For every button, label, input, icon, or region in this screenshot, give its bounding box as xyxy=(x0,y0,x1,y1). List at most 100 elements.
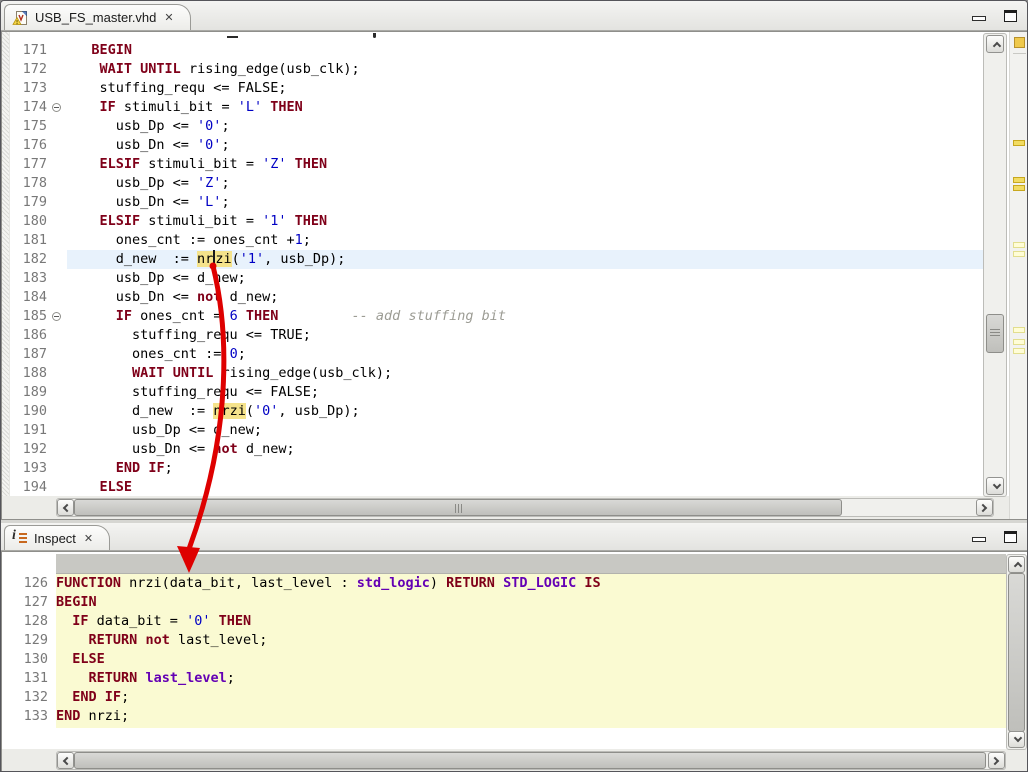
line-number[interactable]: 192 xyxy=(11,440,47,459)
inspect-hscrollbar[interactable] xyxy=(56,751,1006,770)
code-line[interactable]: WAIT UNTIL rising_edge(usb_clk); xyxy=(67,60,983,79)
occurrence-marker[interactable] xyxy=(1013,140,1025,146)
occurrence-marker[interactable] xyxy=(1013,242,1025,248)
code-line[interactable]: usb_Dp <= 'Z'; xyxy=(67,174,983,193)
code-line[interactable]: ELSE xyxy=(67,478,983,497)
editor-vscrollbar[interactable] xyxy=(983,33,1007,497)
line-number[interactable]: 182 xyxy=(11,250,47,269)
code-line[interactable]: ELSIF stimuli_bit = '1' THEN xyxy=(67,212,983,231)
code-line[interactable]: ones_cnt := ones_cnt +1; xyxy=(67,231,983,250)
line-number[interactable]: 187 xyxy=(11,345,47,364)
code-line[interactable]: END IF; xyxy=(56,688,1006,707)
line-number[interactable]: 129 xyxy=(2,631,48,650)
line-number[interactable]: 130 xyxy=(2,650,48,669)
editor-tab-close-icon[interactable]: ✕ xyxy=(164,11,173,24)
line-number[interactable]: 188 xyxy=(11,364,47,383)
occurrence-marker[interactable] xyxy=(1013,251,1025,257)
line-number[interactable]: 190 xyxy=(11,402,47,421)
code-line[interactable]: END IF; xyxy=(67,459,983,478)
line-number[interactable]: 173 xyxy=(11,79,47,98)
editor-hscrollbar[interactable] xyxy=(56,498,994,517)
line-number[interactable]: 193 xyxy=(11,459,47,478)
occurrence-marker[interactable] xyxy=(1013,327,1025,333)
code-line[interactable]: stuffing_requ <= FALSE; xyxy=(67,383,983,402)
code-line[interactable]: usb_Dn <= '0'; xyxy=(67,136,983,155)
line-number[interactable]: 180 xyxy=(11,212,47,231)
line-number[interactable]: 176 xyxy=(11,136,47,155)
hscroll-thumb[interactable] xyxy=(74,499,842,516)
scroll-left-button[interactable] xyxy=(57,752,74,769)
code-line[interactable]: usb_Dn <= 'L'; xyxy=(67,193,983,212)
code-line[interactable]: ELSE xyxy=(56,650,1006,669)
overview-ruler[interactable] xyxy=(1009,32,1028,519)
line-number[interactable]: 181 xyxy=(11,231,47,250)
code-line[interactable]: usb_Dp <= '0'; xyxy=(67,117,983,136)
code-line[interactable]: IF ones_cnt = 6 THEN -- add stuffing bit xyxy=(67,307,983,326)
scroll-left-button[interactable] xyxy=(57,499,74,516)
inspect-code-area[interactable]: FUNCTION nrzi(data_bit, last_level : std… xyxy=(56,574,1006,728)
code-line[interactable]: RETURN not last_level; xyxy=(56,631,1006,650)
code-line[interactable]: ones_cnt := 0; xyxy=(67,345,983,364)
line-number[interactable]: 186 xyxy=(11,326,47,345)
scroll-down-button[interactable] xyxy=(1008,731,1025,748)
tab-inspect[interactable]: i Inspect ✕ xyxy=(4,525,110,550)
line-number[interactable]: 171 xyxy=(11,41,47,60)
inspect-tab-close-icon[interactable]: ✕ xyxy=(84,532,93,545)
inspect-maximize-icon[interactable] xyxy=(1004,531,1017,543)
line-number[interactable]: 133 xyxy=(2,707,48,726)
code-line[interactable]: usb_Dp <= d_new; xyxy=(67,269,983,288)
scroll-down-button[interactable] xyxy=(986,477,1004,495)
scroll-up-button[interactable] xyxy=(1008,556,1025,573)
line-number[interactable]: 174 xyxy=(11,98,47,117)
fold-collapse-icon[interactable] xyxy=(52,312,61,321)
line-number[interactable]: 126 xyxy=(2,574,48,593)
editor-minimize-icon[interactable] xyxy=(972,16,986,21)
line-number[interactable]: 178 xyxy=(11,174,47,193)
occurrence-marker[interactable] xyxy=(1013,177,1025,183)
code-line[interactable]: BEGIN xyxy=(67,41,983,60)
code-line[interactable]: usb_Dp <= d_new; xyxy=(67,421,983,440)
line-number[interactable]: 183 xyxy=(11,269,47,288)
code-line[interactable]: usb_Dn <= not d_new; xyxy=(67,440,983,459)
line-number[interactable]: 185 xyxy=(11,307,47,326)
code-line[interactable]: d_new := nrzi('1', usb_Dp); xyxy=(67,250,983,269)
code-line[interactable]: stuffing_requ <= FALSE; xyxy=(67,79,983,98)
inspect-vscrollbar[interactable] xyxy=(1006,554,1027,750)
code-line[interactable]: usb_Dn <= not d_new; xyxy=(67,288,983,307)
line-number[interactable]: 132 xyxy=(2,688,48,707)
line-number[interactable]: 184 xyxy=(11,288,47,307)
line-number[interactable]: 172 xyxy=(11,60,47,79)
code-line[interactable]: BEGIN xyxy=(56,593,1006,612)
code-line[interactable]: END nrzi; xyxy=(56,707,1006,726)
line-number[interactable]: 191 xyxy=(11,421,47,440)
code-line[interactable]: stuffing_requ <= TRUE; xyxy=(67,326,983,345)
scroll-right-button[interactable] xyxy=(988,752,1005,769)
line-number[interactable]: 177 xyxy=(11,155,47,174)
scroll-up-button[interactable] xyxy=(986,35,1004,53)
occurrence-marker[interactable] xyxy=(1013,339,1025,345)
scroll-right-button[interactable] xyxy=(976,499,993,516)
hscroll-thumb[interactable] xyxy=(74,752,986,769)
line-number[interactable]: 179 xyxy=(11,193,47,212)
code-line[interactable]: WAIT UNTIL rising_edge(usb_clk); xyxy=(67,364,983,383)
editor-maximize-icon[interactable] xyxy=(1004,10,1017,22)
line-number[interactable]: 194 xyxy=(11,478,47,497)
line-number[interactable]: 128 xyxy=(2,612,48,631)
code-line[interactable]: IF data_bit = '0' THEN xyxy=(56,612,1006,631)
vscroll-thumb[interactable] xyxy=(986,314,1004,353)
code-line[interactable]: ELSIF stimuli_bit = 'Z' THEN xyxy=(67,155,983,174)
code-line[interactable]: d_new := nrzi('0', usb_Dp); xyxy=(67,402,983,421)
line-number[interactable]: 131 xyxy=(2,669,48,688)
inspect-minimize-icon[interactable] xyxy=(972,537,986,542)
fold-collapse-icon[interactable] xyxy=(52,103,61,112)
editor-code-area[interactable]: BEGIN WAIT UNTIL rising_edge(usb_clk); s… xyxy=(67,41,983,497)
code-line[interactable]: FUNCTION nrzi(data_bit, last_level : std… xyxy=(56,574,1006,593)
code-line[interactable]: RETURN last_level; xyxy=(56,669,1006,688)
vscroll-thumb[interactable] xyxy=(1008,573,1025,732)
occurrence-marker[interactable] xyxy=(1013,348,1025,354)
line-number[interactable]: 127 xyxy=(2,593,48,612)
line-number[interactable]: 189 xyxy=(11,383,47,402)
overview-status-square[interactable] xyxy=(1014,37,1025,48)
editor-line-numbers[interactable]: 1711721731741751761771781791801811821831… xyxy=(11,41,47,497)
tab-usb-fs-master[interactable]: USB_FS_master.vhd ✕ xyxy=(4,4,191,30)
